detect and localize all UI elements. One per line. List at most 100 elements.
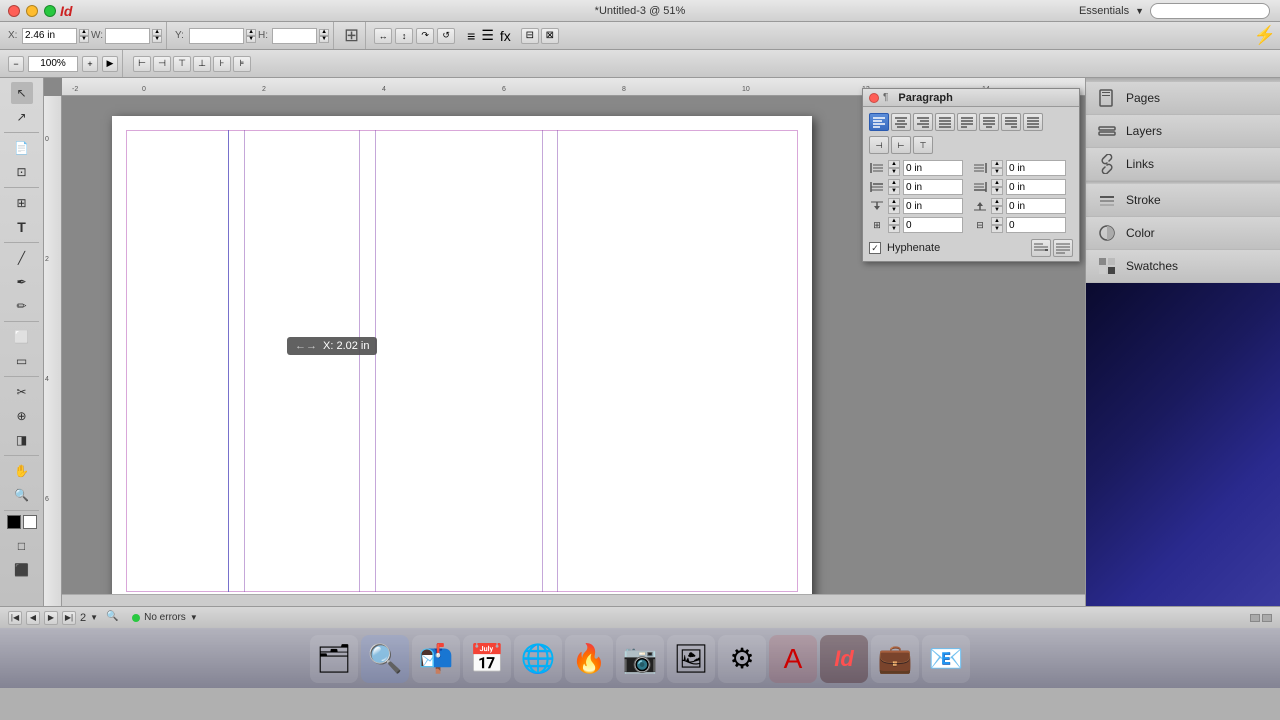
- panel-item-layers[interactable]: Layers: [1086, 115, 1280, 148]
- left-indent-field[interactable]: [903, 160, 963, 176]
- dock-app1[interactable]: 🔥: [565, 635, 613, 683]
- panel-item-pages[interactable]: Pages: [1086, 82, 1280, 115]
- grid-align-2-field[interactable]: [1006, 217, 1066, 233]
- left-indent-spinner[interactable]: ▲ ▼: [888, 160, 900, 176]
- space-after-spinner[interactable]: ▲ ▼: [991, 198, 1003, 214]
- space-after-field[interactable]: [1006, 198, 1066, 214]
- dock-indesign[interactable]: Id: [820, 635, 868, 683]
- align-center-h-button[interactable]: ⊣: [153, 56, 171, 72]
- normal-mode-button[interactable]: □: [11, 535, 33, 557]
- scissors-tool[interactable]: ✂: [11, 381, 33, 403]
- rotate-ccw-button[interactable]: ↺: [437, 28, 455, 44]
- selection-tool[interactable]: ↖: [11, 82, 33, 104]
- paragraph-close-button[interactable]: [869, 93, 879, 103]
- line-tool[interactable]: ╱: [11, 247, 33, 269]
- h-spinner[interactable]: ▲ ▼: [319, 29, 329, 43]
- align-spine-button[interactable]: ⊤: [913, 136, 933, 154]
- hand-tool[interactable]: ✋: [11, 460, 33, 482]
- last-indent-field[interactable]: [1006, 179, 1066, 195]
- panel-item-stroke[interactable]: Stroke: [1086, 184, 1280, 217]
- w-spinner[interactable]: ▲ ▼: [152, 29, 162, 43]
- justify-button[interactable]: [935, 113, 955, 131]
- dock-acrobat[interactable]: A: [769, 635, 817, 683]
- dock-iphoto[interactable]: 🖼: [667, 635, 715, 683]
- dock-mail[interactable]: 📬: [412, 635, 460, 683]
- hyphenate-setting-2[interactable]: [1053, 239, 1073, 257]
- flip-v-button[interactable]: ↕: [395, 28, 413, 44]
- justify-last-right-button[interactable]: [1001, 113, 1021, 131]
- x-spinner[interactable]: ▲ ▼: [79, 29, 89, 43]
- y-field[interactable]: [189, 28, 244, 44]
- dock-app4[interactable]: 📧: [922, 635, 970, 683]
- close-button[interactable]: [8, 5, 20, 17]
- first-page-button[interactable]: |◀: [8, 611, 22, 625]
- x-field[interactable]: [22, 28, 77, 44]
- page-tool[interactable]: 📄: [11, 137, 33, 159]
- grid-align-2-spinner[interactable]: ▲ ▼: [991, 217, 1003, 233]
- justify-last-center-button[interactable]: [979, 113, 999, 131]
- search-icon[interactable]: 🔍: [106, 611, 120, 625]
- content-collector-tool[interactable]: ⊞: [11, 192, 33, 214]
- page-dropdown[interactable]: ▼: [90, 612, 102, 624]
- rotate-cw-button[interactable]: ↷: [416, 28, 434, 44]
- last-indent-spinner[interactable]: ▲ ▼: [991, 179, 1003, 195]
- hyphenate-setting-1[interactable]: [1031, 239, 1051, 257]
- align-center-v-button[interactable]: ⊦: [213, 56, 231, 72]
- prev-page-button[interactable]: ◀: [26, 611, 40, 625]
- zoom-tool[interactable]: 🔍: [11, 484, 33, 506]
- justify-all-button[interactable]: [1023, 113, 1043, 131]
- grid-align-field[interactable]: [903, 217, 963, 233]
- minimize-button[interactable]: [26, 5, 38, 17]
- align-right-edge-button[interactable]: ⊤: [173, 56, 191, 72]
- space-before-spinner[interactable]: ▲ ▼: [888, 198, 900, 214]
- stroke-box[interactable]: [23, 515, 37, 529]
- next-page-button[interactable]: ▶: [44, 611, 58, 625]
- search-box[interactable]: [1150, 3, 1270, 19]
- panel-item-color[interactable]: Color: [1086, 217, 1280, 250]
- align-right-button[interactable]: ⊠: [541, 28, 559, 44]
- first-indent-spinner[interactable]: ▲ ▼: [888, 179, 900, 195]
- gradient-tool[interactable]: ◨: [11, 429, 33, 451]
- free-transform-tool[interactable]: ⊕: [11, 405, 33, 427]
- rectangle-frame-tool[interactable]: ⬜: [11, 326, 33, 348]
- status-dropdown[interactable]: ▼: [190, 613, 198, 622]
- x-down[interactable]: ▼: [79, 36, 89, 43]
- panel-item-links[interactable]: Links: [1086, 148, 1280, 181]
- dock-calendar[interactable]: 📅: [463, 635, 511, 683]
- align-toward-spine-button[interactable]: ⊣: [869, 136, 889, 154]
- gap-tool[interactable]: ⊡: [11, 161, 33, 183]
- align-away-spine-button[interactable]: ⊢: [891, 136, 911, 154]
- align-left-edge-button[interactable]: ⊢: [133, 56, 151, 72]
- right-indent-field[interactable]: [1006, 160, 1066, 176]
- space-before-field[interactable]: [903, 198, 963, 214]
- fill-box[interactable]: [7, 515, 21, 529]
- rectangle-tool[interactable]: ▭: [11, 350, 33, 372]
- align-center-button[interactable]: [891, 113, 911, 131]
- grid-align-spinner[interactable]: ▲ ▼: [888, 217, 900, 233]
- preflight-icon[interactable]: ⚡: [1254, 25, 1276, 46]
- h-scrollbar[interactable]: [62, 594, 1085, 606]
- zoom-in-button[interactable]: +: [82, 56, 98, 72]
- dock-prefs[interactable]: ⚙: [718, 635, 766, 683]
- dock-app3[interactable]: 💼: [871, 635, 919, 683]
- first-indent-field[interactable]: [903, 179, 963, 195]
- h-field[interactable]: [272, 28, 317, 44]
- right-indent-spinner[interactable]: ▲ ▼: [991, 160, 1003, 176]
- align-right-button[interactable]: [913, 113, 933, 131]
- align-top-edge-button[interactable]: ⊥: [193, 56, 211, 72]
- dock-photos[interactable]: 📷: [616, 635, 664, 683]
- y-spinner[interactable]: ▲ ▼: [246, 29, 256, 43]
- preview-mode-button[interactable]: ⬛: [11, 559, 33, 581]
- essentials-dropdown-icon[interactable]: ▼: [1135, 6, 1144, 16]
- panel-item-swatches[interactable]: Swatches: [1086, 250, 1280, 283]
- dock-firefox[interactable]: 🌐: [514, 635, 562, 683]
- expand-button-2[interactable]: [1262, 614, 1272, 622]
- flip-h-button[interactable]: ↔: [374, 28, 392, 44]
- align-bottom-edge-button[interactable]: ⊧: [233, 56, 251, 72]
- zoom-level-button[interactable]: ▶: [102, 56, 118, 72]
- pen-tool[interactable]: ✒: [11, 271, 33, 293]
- type-tool[interactable]: T: [11, 216, 33, 238]
- dock-safari[interactable]: 🔍: [361, 635, 409, 683]
- align-left-button[interactable]: [869, 113, 889, 131]
- direct-select-tool[interactable]: ↗: [11, 106, 33, 128]
